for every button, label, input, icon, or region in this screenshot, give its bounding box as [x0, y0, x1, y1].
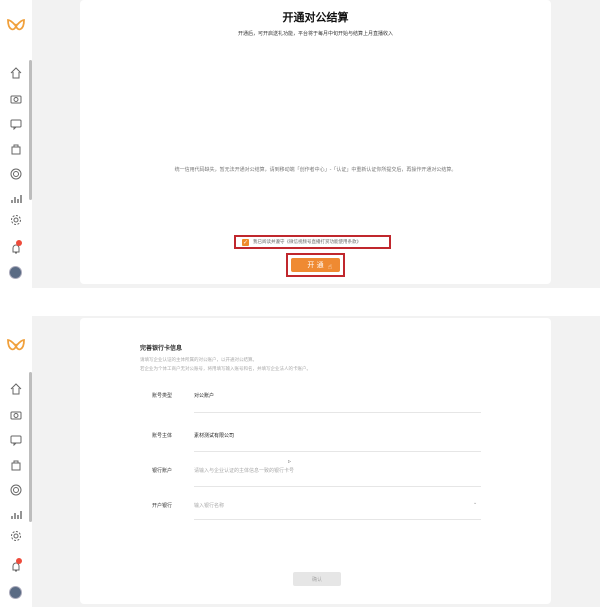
- top-screenshot: 开通对公结算 开通后，可开启送礼功能，平台将于每月中旬开始与结算上月直播收入 统…: [0, 0, 600, 288]
- home-icon[interactable]: [9, 382, 22, 395]
- gear-icon[interactable]: [9, 529, 22, 542]
- sidebar-scrollbar[interactable]: [29, 60, 32, 200]
- bank-info-card: 完善银行卡信息 请填写企业认证的主体所属的对公账户，以开通对公结算。 若企业为个…: [80, 318, 551, 604]
- bank-name-input[interactable]: 输入银行名称: [194, 502, 224, 509]
- account-type-value: 对公账户: [194, 393, 215, 399]
- bank-account-label: 银行账户: [152, 468, 173, 474]
- logo-icon[interactable]: [6, 18, 26, 34]
- account-holder-label: 账号主体: [152, 433, 173, 439]
- page-title: 开通对公结算: [282, 11, 349, 24]
- hand-cursor-icon: ☝: [327, 263, 332, 271]
- target-icon[interactable]: [9, 167, 22, 180]
- gear-icon[interactable]: [9, 213, 22, 226]
- agreement-highlight[interactable]: ✓ 我已阅读并遵守《微信视频号直播打赏功能使用条款》: [234, 235, 391, 249]
- bag-icon[interactable]: [9, 458, 22, 471]
- sidebar: [0, 316, 32, 607]
- camera-icon[interactable]: [9, 92, 22, 105]
- divider: [194, 519, 481, 520]
- notification-badge: [16, 558, 22, 564]
- confirm-button[interactable]: 确认: [293, 572, 341, 586]
- chart-icon[interactable]: [9, 192, 22, 205]
- bank-name-label: 开户银行: [152, 503, 173, 509]
- message-icon[interactable]: [9, 117, 22, 130]
- open-button-highlight: 开 通 ☝: [286, 253, 345, 277]
- right-gutter: [555, 0, 600, 288]
- avatar[interactable]: [9, 266, 22, 279]
- logo-icon[interactable]: [6, 338, 26, 354]
- open-button[interactable]: 开 通 ☝: [291, 258, 340, 272]
- avatar[interactable]: [9, 586, 22, 599]
- bag-icon[interactable]: [9, 142, 22, 155]
- settlement-card: 开通对公结算 开通后，可开启送礼功能，平台将于每月中旬开始与结算上月直播收入 统…: [80, 0, 551, 284]
- text-cursor-icon: ▹: [288, 458, 292, 465]
- account-type-label: 账号类型: [152, 393, 173, 399]
- divider: [194, 486, 481, 487]
- notification-badge: [16, 240, 22, 246]
- section-desc-2: 若企业为个体工商户无对公账号，将用填写输入账号和名，并填写企业法人的卡账户。: [140, 367, 311, 372]
- bank-account-input[interactable]: 请输入与企业认证的主体信息一致的银行卡号: [194, 467, 294, 474]
- section-desc-1: 请填写企业认证的主体所属的对公账户，以开通对公结算。: [140, 358, 257, 363]
- bottom-screenshot: 完善银行卡信息 请填写企业认证的主体所属的对公账户，以开通对公结算。 若企业为个…: [0, 316, 600, 607]
- camera-icon[interactable]: [9, 408, 22, 421]
- account-holder-value: 素材测试有限公司: [194, 433, 235, 439]
- open-button-label: 开 通: [307, 261, 324, 269]
- chart-icon[interactable]: [9, 508, 22, 521]
- divider: [194, 451, 481, 452]
- sidebar: [0, 0, 32, 288]
- right-gutter: [555, 316, 600, 607]
- home-icon[interactable]: [9, 66, 22, 79]
- divider: [194, 412, 481, 413]
- notice-text: 统一信用代码缺失，暂无法开通对公结算，请到移动端「创作者中心」-「认证」中重新认…: [174, 167, 457, 173]
- sidebar-scrollbar[interactable]: [29, 372, 32, 522]
- section-title: 完善银行卡信息: [140, 345, 183, 352]
- chevron-down-icon[interactable]: ⌄: [473, 500, 477, 506]
- agreement-text[interactable]: 我已阅读并遵守《微信视频号直播打赏功能使用条款》: [253, 239, 361, 245]
- message-icon[interactable]: [9, 433, 22, 446]
- target-icon[interactable]: [9, 483, 22, 496]
- agreement-checkbox[interactable]: ✓: [242, 238, 249, 246]
- page-subtitle: 开通后，可开启送礼功能，平台将于每月中旬开始与结算上月直播收入: [237, 31, 393, 37]
